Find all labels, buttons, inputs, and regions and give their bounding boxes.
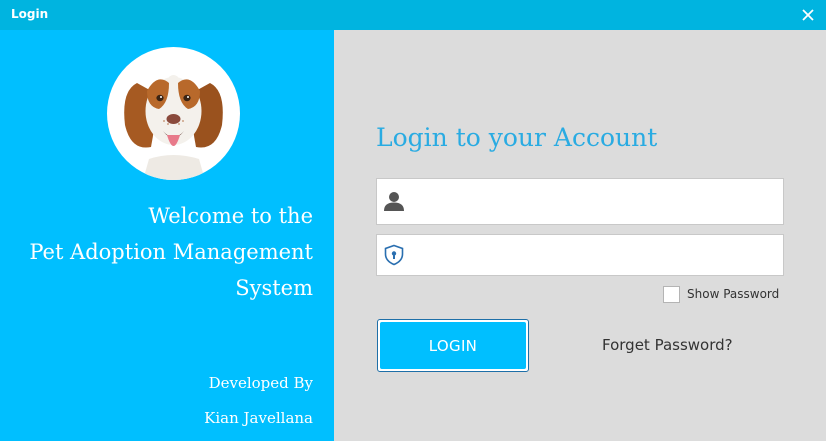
close-icon[interactable] (798, 5, 818, 25)
dog-avatar (107, 47, 240, 180)
login-panel: Login to your Account Show Password LOGI… (334, 30, 826, 441)
username-input[interactable] (413, 179, 773, 224)
forget-password-link[interactable]: Forget Password? (602, 336, 733, 354)
welcome-line: System (235, 276, 313, 300)
show-password-checkbox[interactable] (663, 285, 680, 303)
password-field[interactable] (376, 234, 784, 276)
login-heading: Login to your Account (376, 123, 658, 152)
login-button-label: LOGIN (380, 322, 526, 369)
window-titlebar: Login (0, 0, 826, 30)
show-password-toggle[interactable]: Show Password (663, 284, 779, 304)
welcome-line: Welcome to the (148, 204, 313, 228)
dog-avatar-image (124, 75, 223, 180)
developed-by-label: Developed By (208, 374, 313, 392)
welcome-message: Welcome to the Pet Adoption Management S… (3, 198, 313, 306)
shield-lock-icon (384, 244, 404, 266)
welcome-line: Pet Adoption Management (29, 240, 313, 264)
user-icon (384, 192, 404, 211)
password-input[interactable] (413, 235, 773, 275)
welcome-panel: Welcome to the Pet Adoption Management S… (0, 30, 334, 441)
window-title: Login (11, 7, 49, 21)
login-button[interactable]: LOGIN (377, 319, 529, 372)
username-field[interactable] (376, 178, 784, 225)
show-password-label: Show Password (687, 287, 780, 301)
developer-name: Kian Javellana (204, 409, 313, 427)
